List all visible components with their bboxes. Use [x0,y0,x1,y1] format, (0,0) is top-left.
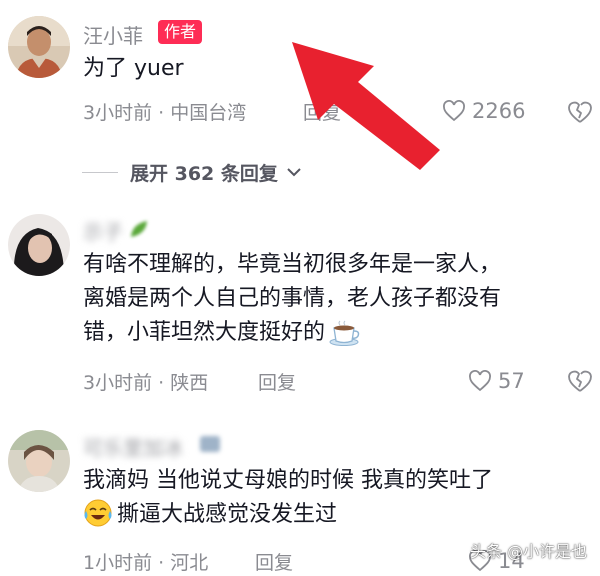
comment-meta: 3小时前 · 陕西 [83,372,209,394]
watermark: 头条 @小许是也 [470,542,588,561]
coffee-cup-emoji [329,320,360,346]
laughing-tears-emoji [84,499,112,527]
like-button[interactable]: 57 [468,366,525,396]
author-badge: 作者 [158,20,203,44]
broken-heart-icon[interactable] [566,98,594,126]
avatar[interactable] [8,214,70,276]
expand-replies-label: 展开 362 条回复 [130,162,278,185]
like-button[interactable]: 2266 [442,96,525,126]
heart-outline-icon [469,370,491,392]
broken-heart-icon[interactable] [566,367,594,395]
blurred-badge-icon [200,436,220,452]
leaf-icon [131,221,147,237]
comment-meta: 3小时前 · 中国台湾 [83,102,247,124]
comment-text: 有啥不理解的，毕竟当初很多年是一家人， 离婚是两个人自己的事情，老人孩子都没有 … [83,252,502,346]
reply-button[interactable]: 回复 [255,548,293,575]
like-count: 2266 [472,99,526,123]
comment-text: 为了 yuer [83,56,184,81]
comment-text: 我滴妈 当他说丈母娘的时候 我真的笑吐了 撕逼大战感觉没发生过 [83,468,493,527]
avatar[interactable] [8,16,70,78]
avatar[interactable] [8,430,70,492]
heart-outline-icon [443,100,465,122]
like-count: 57 [498,369,525,393]
comment-meta: 1小时前 · 河北 [83,552,209,574]
chevron-down-icon [287,168,301,177]
username[interactable]: 汪小菲 [83,20,143,49]
username[interactable]: 示子 [83,216,123,245]
reply-button[interactable]: 回复 [258,368,296,395]
divider [82,171,118,173]
username[interactable]: 可乐里加冰 [83,432,183,461]
expand-replies-button[interactable]: 展开 362 条回复 [82,158,304,186]
reply-button[interactable]: 回复 [303,98,341,125]
